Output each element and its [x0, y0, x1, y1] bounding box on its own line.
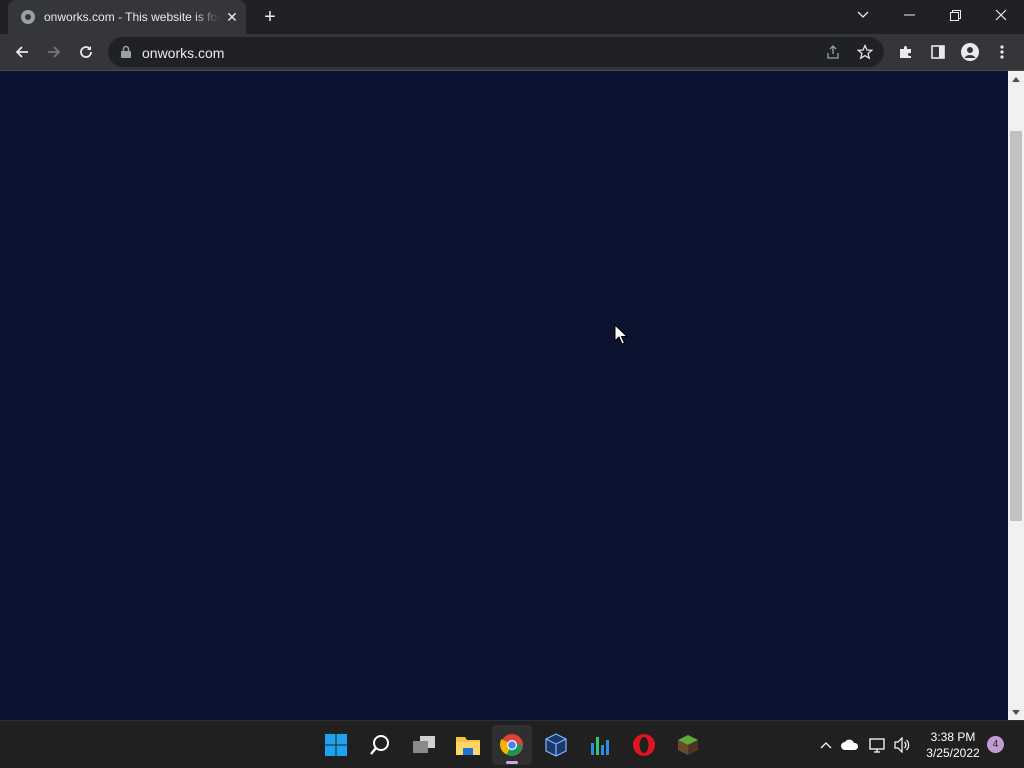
more-vert-icon	[1000, 45, 1004, 59]
bookmark-star-icon[interactable]	[854, 42, 876, 62]
network-icon[interactable]	[868, 735, 888, 755]
extensions-button[interactable]	[892, 38, 920, 66]
task-view-icon	[413, 736, 435, 753]
start-button[interactable]	[316, 725, 356, 765]
profile-button[interactable]	[956, 38, 984, 66]
lock-icon	[121, 45, 131, 58]
minecraft-button[interactable]	[668, 725, 708, 765]
chrome-icon	[500, 734, 523, 756]
minimize-icon	[903, 14, 915, 16]
avatar-icon	[961, 43, 979, 61]
share-icon[interactable]	[822, 42, 844, 62]
forward-button[interactable]	[40, 38, 68, 66]
opera-icon	[633, 734, 655, 756]
address-bar[interactable]: onworks.com	[108, 37, 884, 67]
side-panel-icon	[931, 45, 945, 59]
tab-strip: onworks.com - This website is for sale ✕…	[0, 0, 1024, 34]
tab-search-button[interactable]	[840, 0, 886, 30]
system-clock[interactable]: 3:38 PM 3/25/2022	[914, 729, 992, 761]
chevron-up-icon[interactable]	[816, 735, 836, 755]
bar-chart-app-icon	[591, 737, 609, 755]
search-icon	[370, 735, 389, 755]
chrome-taskbar-button[interactable]	[492, 725, 532, 765]
opera-button[interactable]	[624, 725, 664, 765]
scroll-down-arrow-icon[interactable]	[1008, 704, 1024, 720]
page-viewport[interactable]	[0, 71, 1008, 720]
reload-button[interactable]	[72, 38, 100, 66]
virtualbox-button[interactable]	[536, 725, 576, 765]
url-text: onworks.com	[142, 45, 225, 61]
reload-icon	[80, 46, 92, 58]
restore-button[interactable]	[932, 0, 978, 30]
clock-time: 3:38 PM	[930, 730, 976, 744]
notification-badge[interactable]: 4	[987, 736, 1004, 753]
active-indicator	[506, 761, 518, 764]
file-explorer-button[interactable]	[448, 725, 488, 765]
task-view-button[interactable]	[404, 725, 444, 765]
browser-toolbar: onworks.com	[0, 34, 1024, 71]
menu-button[interactable]	[988, 38, 1016, 66]
vertical-scrollbar[interactable]	[1008, 71, 1024, 720]
scroll-up-arrow-icon[interactable]	[1008, 71, 1024, 87]
search-button[interactable]	[360, 725, 400, 765]
volume-icon[interactable]	[892, 735, 912, 755]
windows-taskbar: 3:38 PM 3/25/2022 4	[0, 720, 1024, 768]
globe-icon	[21, 10, 35, 24]
mouse-cursor-icon	[614, 324, 628, 345]
app-bars-button[interactable]	[580, 725, 620, 765]
close-window-button[interactable]	[978, 0, 1024, 30]
puzzle-icon	[900, 46, 911, 58]
scrollbar-thumb[interactable]	[1010, 131, 1022, 521]
browser-tab[interactable]: onworks.com - This website is for sale ✕	[8, 0, 246, 34]
minimize-button[interactable]	[886, 0, 932, 30]
clock-date: 3/25/2022	[926, 746, 980, 760]
close-icon	[995, 9, 1007, 21]
chevron-down-icon	[857, 11, 869, 18]
close-tab-icon[interactable]: ✕	[224, 9, 240, 25]
onedrive-cloud-icon[interactable]	[840, 735, 860, 755]
minecraft-block-icon	[678, 735, 698, 755]
arrow-right-icon	[48, 46, 61, 58]
arrow-left-icon	[15, 46, 28, 58]
back-button[interactable]	[8, 38, 36, 66]
tab-title: onworks.com - This website is for sale	[44, 10, 220, 24]
side-panel-button[interactable]	[924, 38, 952, 66]
virtualbox-icon	[545, 733, 567, 757]
folder-icon	[456, 737, 480, 755]
windows-logo-icon	[325, 734, 347, 756]
restore-icon	[949, 9, 961, 21]
new-tab-button[interactable]: +	[259, 6, 281, 28]
